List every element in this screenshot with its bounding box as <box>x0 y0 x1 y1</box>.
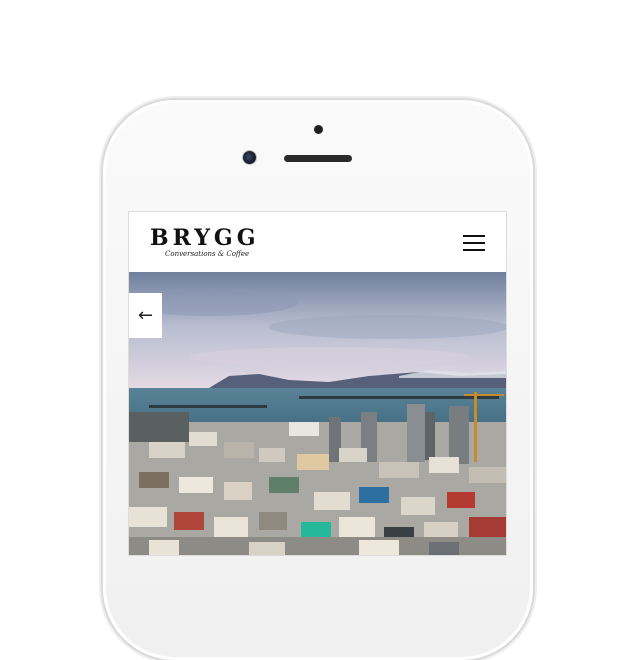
brand-tagline: Conversations & Coffee <box>165 250 250 258</box>
slider-prev-button[interactable]: ← <box>129 293 162 338</box>
menu-bar <box>463 235 485 237</box>
hamburger-menu-icon[interactable] <box>463 234 485 252</box>
hero-slide-image <box>129 272 506 555</box>
arrow-left-icon: ← <box>137 305 154 326</box>
brand-logo[interactable]: BRYGG <box>150 225 259 251</box>
menu-bar <box>463 242 485 244</box>
site-header: BRYGG Conversations & Coffee <box>129 212 506 273</box>
earpiece-speaker <box>284 155 352 162</box>
proximity-sensor <box>314 125 323 134</box>
menu-bar <box>463 249 485 251</box>
city-harbor-photo <box>129 272 506 555</box>
phone-screen: BRYGG Conversations & Coffee ← <box>129 212 506 555</box>
front-camera-icon <box>243 151 256 164</box>
